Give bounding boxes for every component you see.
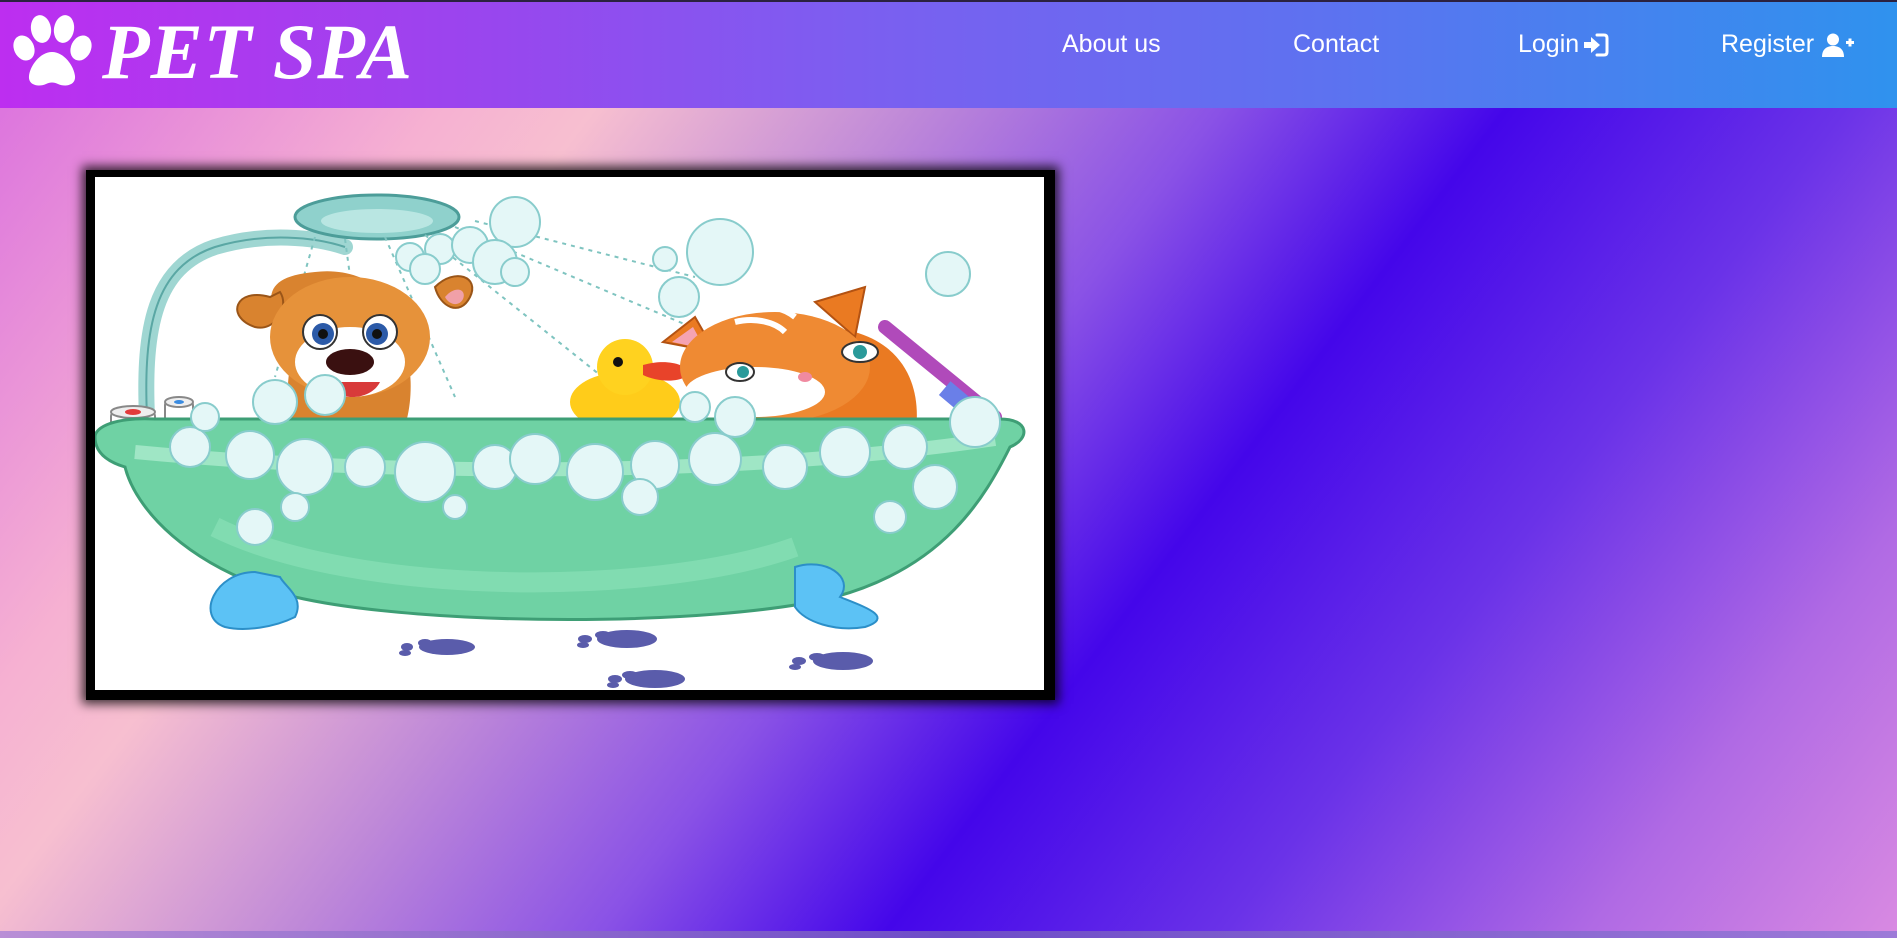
brand-name: PET SPA <box>102 8 414 95</box>
hero-image-frame <box>86 170 1055 700</box>
nav-login-link[interactable]: Login <box>1518 30 1609 59</box>
nav-about-label: About us <box>1062 30 1161 58</box>
nav-about-link[interactable]: About us <box>1062 30 1161 59</box>
nav-login-label: Login <box>1518 30 1580 58</box>
nav-contact-link[interactable]: Contact <box>1293 30 1379 59</box>
brand-logo[interactable]: PET SPA <box>10 2 413 102</box>
hero-image <box>95 177 1044 690</box>
navbar: PET SPA About us Contact Login Register <box>0 2 1897 108</box>
nav-contact-label: Contact <box>1293 30 1380 58</box>
user-plus-icon <box>1822 33 1855 57</box>
bottom-strip <box>0 931 1897 938</box>
nav-register-label: Register <box>1721 30 1815 58</box>
paw-icon <box>13 15 92 86</box>
bath-illustration <box>95 193 1026 688</box>
nav-register-link[interactable]: Register <box>1721 30 1855 59</box>
sign-in-icon <box>1584 33 1609 56</box>
